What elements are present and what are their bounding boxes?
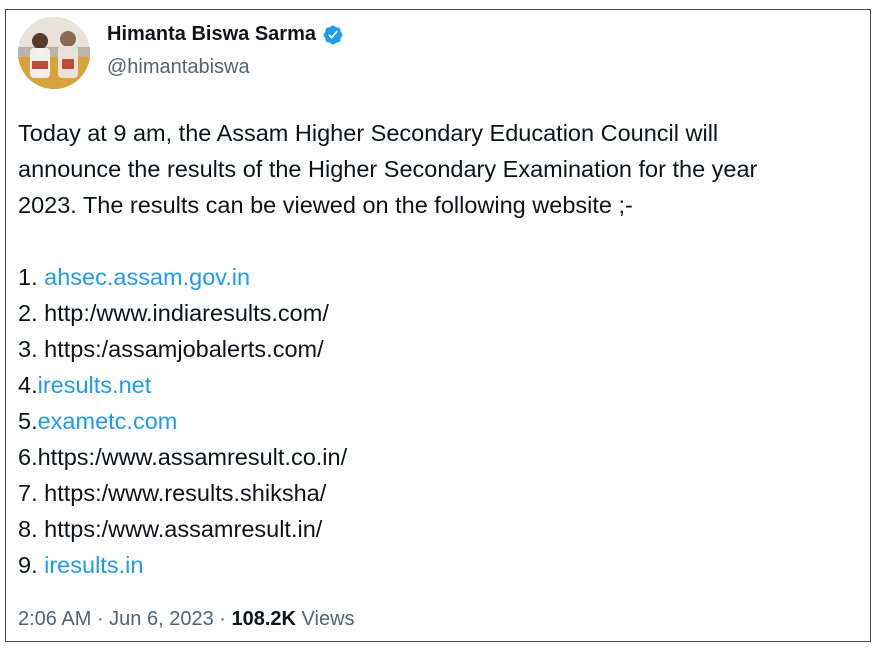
list-item: 3. https:/assamjobalerts.com/ <box>18 331 858 367</box>
tweet-text-line: announce the results of the Higher Secon… <box>18 156 758 182</box>
list-item-text: 3. https:/assamjobalerts.com/ <box>18 336 324 362</box>
link-iresults-in[interactable]: iresults.in <box>44 552 143 578</box>
meta-separator: · <box>213 608 232 630</box>
list-item-prefix: 4. <box>18 372 38 398</box>
link-exametc[interactable]: exametc.com <box>38 408 178 434</box>
list-item: 7. https:/www.results.shiksha/ <box>18 475 858 511</box>
author-name[interactable]: Himanta Biswa Sarma <box>107 23 316 46</box>
tweet-text: Today at 9 am, the Assam Higher Secondar… <box>18 115 858 583</box>
list-item-prefix: 9. <box>18 552 45 578</box>
list-item: 8. https:/www.assamresult.in/ <box>18 511 858 547</box>
list-item-text: 6.https:/www.assamresult.co.in/ <box>18 444 348 470</box>
author-handle[interactable]: @himantabiswa <box>107 56 250 79</box>
meta-separator: · <box>91 608 110 630</box>
link-ahsec[interactable]: ahsec.assam.gov.in <box>44 264 250 290</box>
list-item: 2. http:/www.indiaresults.com/ <box>18 295 858 331</box>
tweet-date[interactable]: Jun 6, 2023 <box>109 608 214 630</box>
tweet-meta: 2:06 AM · Jun 6, 2023 · 108.2K Views <box>18 608 355 631</box>
list-item-prefix: 1. <box>18 264 45 290</box>
avatar[interactable] <box>18 17 90 89</box>
tweet-time[interactable]: 2:06 AM <box>18 608 91 630</box>
list-item-prefix: 5. <box>18 408 38 434</box>
list-item: 9. iresults.in <box>18 547 858 583</box>
views-label: Views <box>295 608 355 630</box>
list-item-text: 2. http:/www.indiaresults.com/ <box>18 300 329 326</box>
list-item-text: 7. https:/www.results.shiksha/ <box>18 480 327 506</box>
list-item-text: 8. https:/www.assamresult.in/ <box>18 516 323 542</box>
list-item: 5.exametc.com <box>18 403 858 439</box>
list-item: 6.https:/www.assamresult.co.in/ <box>18 439 858 475</box>
list-item: 4.iresults.net <box>18 367 858 403</box>
link-iresults-net[interactable]: iresults.net <box>38 372 152 398</box>
views-count: 108.2K <box>231 608 296 630</box>
tweet-text-line: 2023. The results can be viewed on the f… <box>18 192 633 218</box>
verified-badge-icon <box>323 25 343 44</box>
tweet-card: Himanta Biswa Sarma @himantabiswa Today … <box>5 9 871 642</box>
tweet-text-line: Today at 9 am, the Assam Higher Secondar… <box>18 120 719 146</box>
list-item: 1. ahsec.assam.gov.in <box>18 259 858 295</box>
avatar-image <box>18 17 90 89</box>
